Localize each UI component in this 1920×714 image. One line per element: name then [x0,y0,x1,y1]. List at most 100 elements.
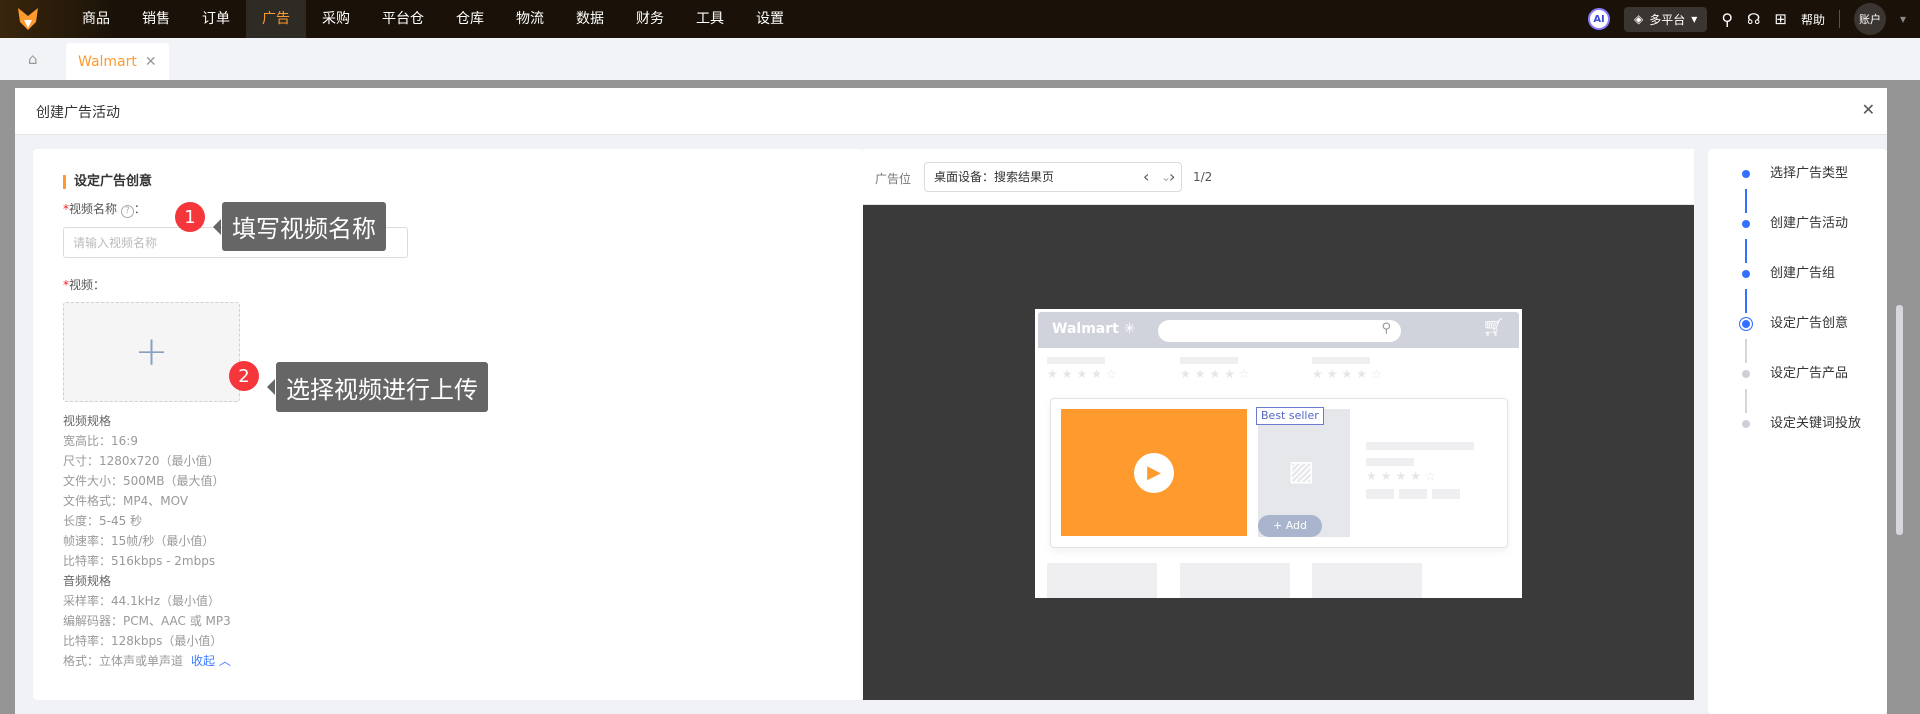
step-create-group[interactable]: 创建广告组 [1708,264,1887,284]
video-specs-title: 视频规格 [63,414,112,428]
page-indicator: 1/2 [1193,170,1213,184]
spec-list: 视频规格 宽高比：16:9 尺寸：1280x720（最小值） 文件大小：500M… [63,411,231,671]
placement-label: 广告位 [875,172,912,186]
nav-data[interactable]: 数据 [560,0,620,38]
add-button: + Add [1258,515,1322,537]
collapse-link[interactable]: 收起 ︿ [191,654,231,668]
fox-logo-icon[interactable] [16,8,40,30]
step-create-campaign[interactable]: 创建广告活动 [1708,214,1887,234]
walmart-logo: Walmart ✳ [1052,321,1136,337]
spec-item: 比特率：128kbps（最小值） [63,634,223,648]
nav-sales[interactable]: 销售 [126,0,186,38]
audio-specs-title: 音频规格 [63,574,112,588]
nav-ads[interactable]: 广告 [246,0,306,38]
video-label: *视频： [63,278,106,292]
preview-canvas: Walmart ✳ ⚲ 🛒︎ ★★★★☆ ★★★★☆ ★★★★☆ ▶ ▨ Bes… [863,205,1694,700]
rating-stars: ★★★★☆ [1366,469,1440,483]
annotation-badge-2: 2 [229,361,259,391]
step-set-creative[interactable]: 设定广告创意 [1708,314,1887,334]
step-select-type[interactable]: 选择广告类型 [1708,164,1887,184]
walmart-search-page-mockup: Walmart ✳ ⚲ 🛒︎ ★★★★☆ ★★★★☆ ★★★★☆ ▶ ▨ Bes… [1035,309,1522,598]
placeholder-bar [1180,563,1290,598]
mock-header: Walmart ✳ ⚲ 🛒︎ [1038,312,1519,348]
nav-logistics[interactable]: 物流 [500,0,560,38]
apps-grid-icon[interactable]: ⊞ [1774,10,1787,28]
placeholder-bar [1047,563,1157,598]
spec-item: 文件大小：500MB（最大值） [63,474,225,488]
spec-item: 比特率：516kbps - 2mbps [63,554,216,568]
rating-stars: ★★★★☆ [1047,367,1121,381]
spec-item: 采样率：44.1kHz（最小值） [63,594,220,608]
spec-item: 编解码器：PCM、AAC 或 MP3 [63,614,231,628]
section-title: 设定广告创意 [63,175,152,189]
nav-orders[interactable]: 订单 [186,0,246,38]
divider [1838,10,1840,28]
prev-page-icon[interactable]: ‹ [1143,167,1149,186]
nav-right: AI ◈ 多平台 ▾ ⚲ ☊ ⊞ 帮助 账户 ▾ [1588,0,1920,38]
step-dot [1742,170,1750,178]
sponsored-video-card: ▶ ▨ Best seller + Add ★★★★☆ [1050,398,1508,548]
rating-stars: ★★★★☆ [1312,367,1386,381]
nav-goods[interactable]: 商品 [66,0,126,38]
step-connector [1745,389,1747,413]
step-connector [1745,239,1747,263]
headset-icon[interactable]: ☊ [1747,10,1760,28]
step-dot [1742,420,1750,428]
step-keyword-targeting[interactable]: 设定关键词投放 [1708,414,1887,434]
modal-title: 创建广告活动 [36,105,120,121]
next-page-icon[interactable]: › [1169,167,1175,186]
step-set-products[interactable]: 设定广告产品 [1708,364,1887,384]
image-icon: ▨ [1288,454,1315,487]
creative-form-panel: 设定广告创意 *视频名称 ?： *视频： + 视频规格 宽高比：16:9 尺寸：… [33,149,863,700]
nav-platform-warehouse[interactable]: 平台仓 [366,0,440,38]
nav-finance[interactable]: 财务 [620,0,680,38]
spec-item: 格式：立体声或单声道 收起 ︿ [63,654,231,668]
play-icon: ▶ [1134,452,1174,493]
layers-icon: ◈ [1634,12,1644,26]
placeholder-bar [1432,489,1460,499]
tab-bar: ⌂ Walmart ✕ [0,38,1920,80]
nav-purchase[interactable]: 采购 [306,0,366,38]
nav-settings[interactable]: 设置 [740,0,800,38]
help-circle-icon[interactable]: ? [120,205,134,218]
placeholder-bar [1366,458,1414,466]
spec-item: 帧速率：15帧/秒（最小值） [63,534,215,548]
caret-down-icon[interactable]: ▾ [1900,12,1906,26]
close-tab-icon[interactable]: ✕ [145,54,157,70]
spec-item: 宽高比：16:9 [63,434,138,448]
create-campaign-modal: 创建广告活动 ✕ 设定广告创意 *视频名称 ?： *视频： + 视频规格 宽高比… [15,88,1887,714]
annotation-tooltip-1: 填写视频名称 [213,202,386,251]
annotation-tooltip-2: 选择视频进行上传 [267,362,488,412]
mock-search-bar: ⚲ [1158,320,1401,342]
modal-header: 创建广告活动 ✕ [15,88,1887,135]
home-icon[interactable]: ⌂ [28,50,38,68]
nav-tools[interactable]: 工具 [680,0,740,38]
step-connector [1745,189,1747,213]
tab-walmart[interactable]: Walmart ✕ [66,43,169,80]
page-scrollbar[interactable] [1896,305,1903,535]
cart-icon: 🛒︎ [1482,317,1505,338]
step-connector [1745,339,1747,363]
placeholder-bar [1312,357,1370,364]
tab-label: Walmart [78,53,137,70]
help-link[interactable]: 帮助 [1801,11,1825,28]
close-icon[interactable]: ✕ [1862,100,1875,119]
platform-select[interactable]: ◈ 多平台 ▾ [1624,6,1708,32]
spec-item: 尺寸：1280x720（最小值） [63,454,220,468]
nav-warehouse[interactable]: 仓库 [440,0,500,38]
video-name-label: *视频名称 ?： [63,202,146,218]
video-upload-box[interactable]: + [63,302,240,402]
preview-toolbar: 广告位 桌面设备：搜索结果页 ⌄ ‹ › 1/2 [863,149,1694,205]
top-nav: 商品 销售 订单 广告 采购 平台仓 仓库 物流 数据 财务 工具 设置 AI … [0,0,1920,38]
best-seller-badge: Best seller [1256,407,1324,425]
ai-button[interactable]: AI [1588,8,1611,30]
search-icon[interactable]: ⚲ [1721,10,1733,29]
step-progress: 选择广告类型 创建广告活动 创建广告组 设定广告创意 设定广告产品 设定关键词投… [1708,149,1887,714]
search-icon: ⚲ [1381,321,1391,336]
video-thumbnail: ▶ [1061,409,1247,536]
annotation-badge-1: 1 [175,202,205,232]
account-avatar[interactable]: 账户 [1853,3,1886,35]
platform-label: 多平台 [1649,12,1686,27]
step-dot [1742,270,1750,278]
step-dot [1742,370,1750,378]
